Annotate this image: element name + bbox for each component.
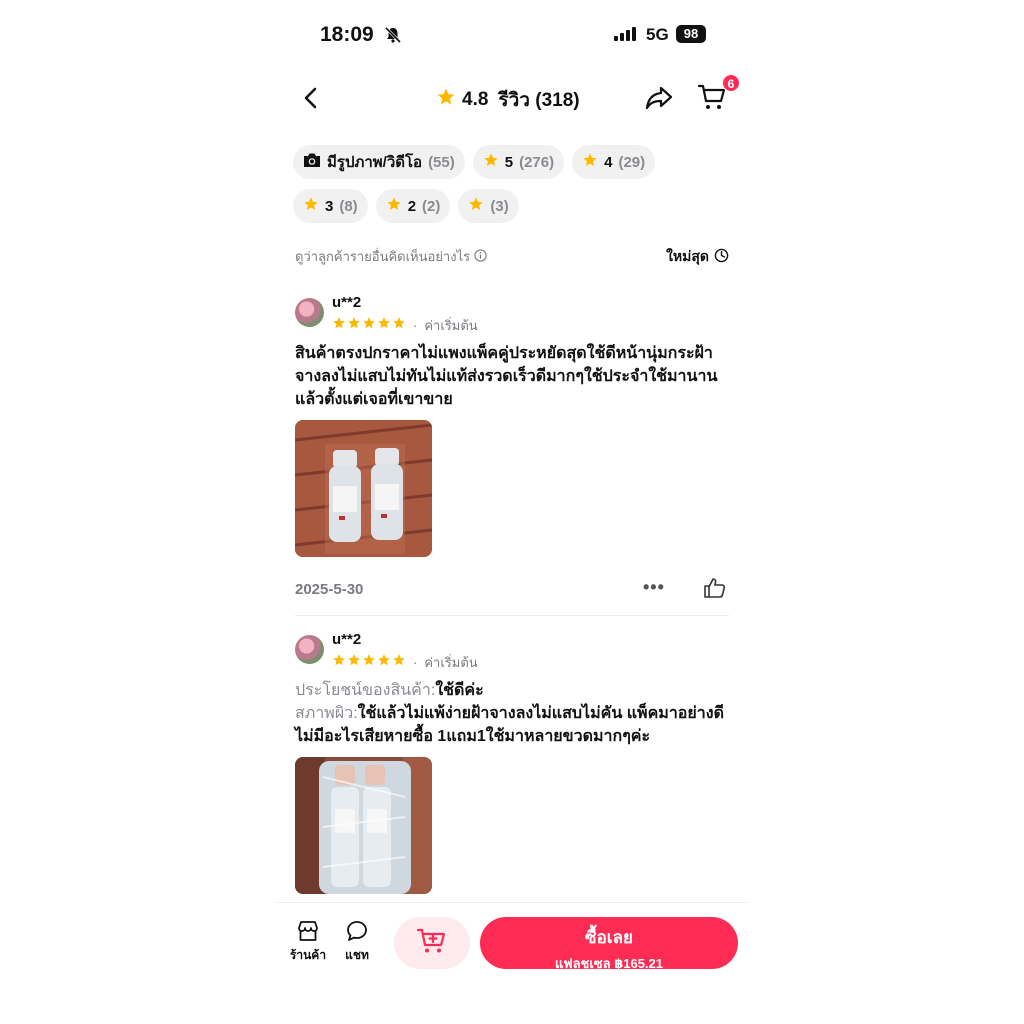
review-header: 4.8 รีวิว (318) 6 (276, 74, 748, 120)
star-icon (392, 653, 406, 672)
star-icon (362, 653, 376, 672)
review-item: u**2 · ค่าเริ่มต้น ประโยชน์ของสินค้า:ใช้… (295, 631, 729, 901)
filter-count: (276) (519, 153, 555, 171)
shop-button[interactable]: ร้านค้า (288, 919, 328, 965)
avatar[interactable] (295, 298, 324, 327)
review-date: 2025-5-30 (295, 581, 364, 598)
average-rating: 4.8 (462, 89, 489, 110)
filter-5-stars[interactable]: 5 (276) (472, 145, 565, 179)
star-icon (582, 152, 598, 172)
clock-icon (714, 248, 729, 266)
star-icon (362, 316, 376, 335)
bottom-action-bar: ร้านค้า แชท ซื้อเลย แฟลชเซล ฿165.21 (276, 902, 748, 982)
signal-icon (614, 27, 638, 46)
bell-off-icon (384, 26, 402, 49)
battery-indicator: 98 (676, 25, 706, 43)
shop-label: ร้านค้า (289, 948, 327, 962)
reviewer-name: u**2 (332, 631, 362, 648)
info-icon[interactable] (474, 248, 487, 265)
star-icon (377, 316, 391, 335)
camera-icon (303, 152, 321, 172)
filter-label: 4 (604, 153, 613, 171)
reviewer-name: u**2 (332, 294, 362, 311)
star-icon (347, 316, 361, 335)
star-icon (303, 196, 319, 216)
filter-label: มีรูปภาพ/วิดีโอ (327, 154, 423, 171)
buy-now-button[interactable]: ซื้อเลย แฟลชเซล ฿165.21 (480, 917, 738, 971)
share-icon[interactable] (644, 82, 674, 117)
filter-count: (3) (490, 197, 509, 215)
thumbs-up-icon[interactable] (703, 576, 727, 605)
review-hint: ดูว่าลูกค้ารายอื่นคิดเห็นอย่างไร (295, 246, 487, 267)
star-icon (483, 152, 499, 172)
variant-separator: · (413, 318, 418, 333)
filter-1-star[interactable]: (3) (458, 189, 519, 223)
review-stars: · ค่าเริ่มต้น (332, 652, 478, 673)
filter-count: (2) (422, 197, 441, 215)
add-to-cart-button[interactable] (394, 917, 470, 969)
review-text: ประโยชน์ของสินค้า:ใช้ดีค่ะ สภาพผิว:ใช้แล… (295, 679, 729, 748)
buy-now-label: ซื้อเลย (585, 928, 633, 947)
skin-label: สภาพผิว: (295, 705, 358, 722)
review-variant: ค่าเริ่มต้น (424, 655, 478, 670)
cart-count-badge: 6 (722, 74, 740, 92)
star-icon (332, 653, 346, 672)
divider (295, 615, 729, 616)
review-stars: · ค่าเริ่มต้น (332, 315, 478, 336)
status-time: 18:09 (320, 23, 374, 46)
star-icon (436, 87, 456, 113)
sort-label: ใหม่สุด (666, 248, 709, 264)
filter-count: (55) (428, 153, 455, 171)
more-icon[interactable]: ••• (643, 577, 665, 598)
sort-bar: ดูว่าลูกค้ารายอื่นคิดเห็นอย่างไร ใหม่สุด (295, 246, 729, 266)
back-arrow-icon[interactable] (298, 84, 326, 112)
filter-label: 3 (325, 197, 334, 215)
star-icon (347, 653, 361, 672)
chat-button[interactable]: แชท (337, 919, 377, 965)
filter-label: 2 (407, 197, 417, 215)
variant-separator: · (413, 655, 418, 670)
star-icon (332, 316, 346, 335)
filter-label: 5 (504, 153, 514, 171)
filter-count: (8) (339, 197, 358, 215)
filter-count: (29) (618, 153, 646, 171)
benefit-value: ใช้ดีค่ะ (435, 682, 484, 699)
review-variant: ค่าเริ่มต้น (424, 318, 478, 333)
star-icon (468, 196, 484, 216)
add-cart-icon (416, 927, 448, 960)
chat-icon (337, 919, 377, 946)
avatar[interactable] (295, 635, 324, 664)
filter-3-stars[interactable]: 3 (8) (293, 189, 368, 223)
sort-newest-button[interactable]: ใหม่สุด (666, 246, 729, 268)
star-icon (386, 196, 402, 216)
filter-with-media[interactable]: มีรูปภาพ/วิดีโอ (55) (293, 145, 465, 179)
review-text: สินค้าตรงปกราคาไม่แพงแพ็คคู่ประหยัดสุดใช… (295, 345, 718, 408)
filter-4-stars[interactable]: 4 (29) (572, 145, 656, 179)
review-photo[interactable] (295, 420, 432, 557)
star-icon (377, 653, 391, 672)
chat-label: แชท (345, 948, 369, 962)
shop-icon (288, 919, 328, 946)
phone-screen: 18:09 5G 98 4.8 รีวิว (318) 6 มีรูปภาพ/ว… (276, 0, 748, 1024)
network-type: 5G (646, 25, 669, 44)
star-icon (392, 316, 406, 335)
review-count-label: รีวิว (318) (498, 90, 580, 111)
review-item: u**2 · ค่าเริ่มต้น สินค้าตรงปกราคาไม่แพง… (295, 294, 729, 604)
review-hint-text: ดูว่าลูกค้ารายอื่นคิดเห็นอย่างไร (295, 249, 471, 264)
benefit-label: ประโยชน์ของสินค้า: (295, 682, 436, 699)
flash-sale-price: แฟลชเซล ฿165.21 (554, 956, 664, 971)
rating-summary: 4.8 รีวิว (318) (436, 85, 580, 115)
rating-filters: มีรูปภาพ/วิดีโอ (55) 5 (276) 4 (29) 3 (8… (293, 145, 733, 223)
status-bar: 18:09 5G 98 (276, 20, 748, 50)
skin-value: ใช้แล้วไม่แพ้ง่ายฝ้าจางลงไม่แสบไม่คัน แพ… (295, 705, 724, 745)
review-photo[interactable] (295, 757, 432, 894)
filter-2-stars[interactable]: 2 (2) (375, 189, 451, 223)
